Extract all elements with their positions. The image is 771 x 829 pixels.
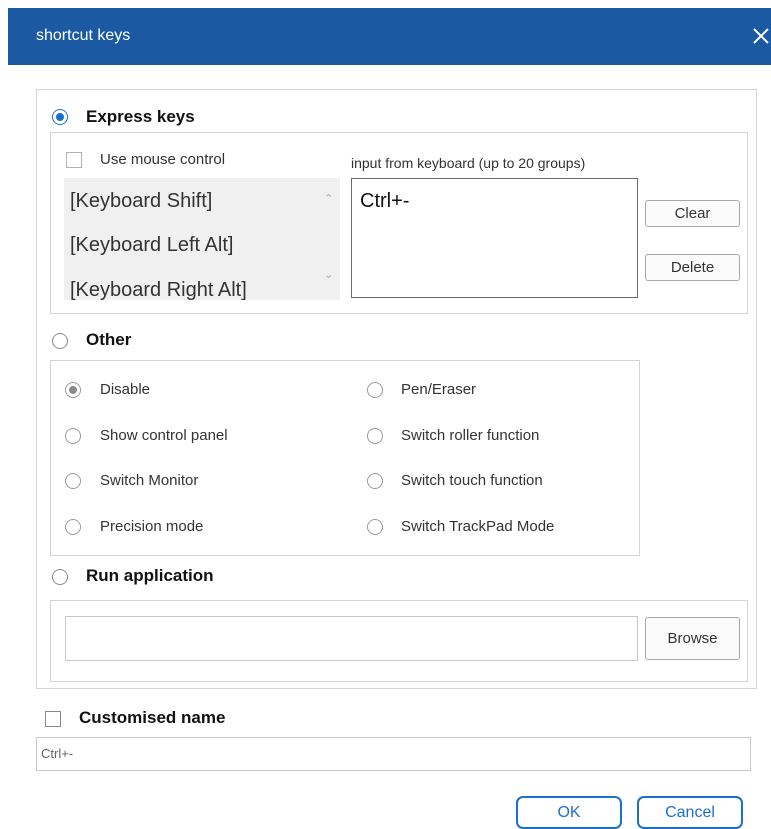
list-item[interactable]: [Keyboard Shift] [70,190,212,213]
other-radio[interactable] [52,333,68,349]
customised-name-input[interactable]: Ctrl+- [36,737,751,771]
customised-name-label: Customised name [79,708,226,727]
other-label: Other [86,330,132,349]
disable-radio[interactable] [65,382,81,398]
keyboard-input-label: input from keyboard (up to 20 groups) [351,155,586,171]
keyboard-input-value: Ctrl+- [360,190,410,212]
list-item[interactable]: [Keyboard Right Alt] [70,279,247,300]
browse-button[interactable]: Browse [645,617,740,660]
run-application-radio[interactable] [52,569,68,585]
switch-monitor-label: Switch Monitor [100,472,199,489]
express-keys-radio[interactable] [52,109,68,125]
switch-roller-label: Switch roller function [401,427,540,444]
show-control-panel-radio[interactable] [65,428,81,444]
express-keys-label: Express keys [86,107,195,126]
cancel-button[interactable]: Cancel [637,796,743,829]
precision-mode-radio[interactable] [65,519,81,535]
customised-name-checkbox[interactable] [45,711,61,727]
disable-label: Disable [100,381,151,398]
precision-mode-label: Precision mode [100,518,204,535]
use-mouse-checkbox[interactable] [66,152,82,168]
scroll-down-icon[interactable]: ⌄ [324,268,333,281]
customised-name-value: Ctrl+- [41,746,74,761]
switch-trackpad-radio[interactable] [367,519,383,535]
delete-button[interactable]: Delete [645,254,740,281]
keyboard-input-field[interactable]: Ctrl+- [351,178,638,298]
switch-monitor-radio[interactable] [65,473,81,489]
application-path-input[interactable] [65,616,638,661]
close-icon[interactable] [746,21,771,51]
clear-button[interactable]: Clear [645,200,740,227]
pen-eraser-label: Pen/Eraser [401,381,477,398]
switch-touch-radio[interactable] [367,473,383,489]
switch-touch-label: Switch touch function [401,472,543,489]
scroll-up-icon[interactable]: ⌃ [324,192,333,205]
key-list[interactable]: [Keyboard Shift] [Keyboard Left Alt] [Ke… [64,178,340,300]
switch-roller-radio[interactable] [367,428,383,444]
list-item[interactable]: [Keyboard Left Alt] [70,234,233,257]
switch-trackpad-label: Switch TrackPad Mode [401,518,555,535]
show-control-panel-label: Show control panel [100,427,228,444]
pen-eraser-radio[interactable] [367,382,383,398]
dialog-titlebar: shortcut keys [8,8,771,65]
dialog-title: shortcut keys [36,27,131,44]
ok-button[interactable]: OK [516,796,622,829]
run-application-label: Run application [86,566,214,585]
use-mouse-label: Use mouse control [100,151,226,168]
